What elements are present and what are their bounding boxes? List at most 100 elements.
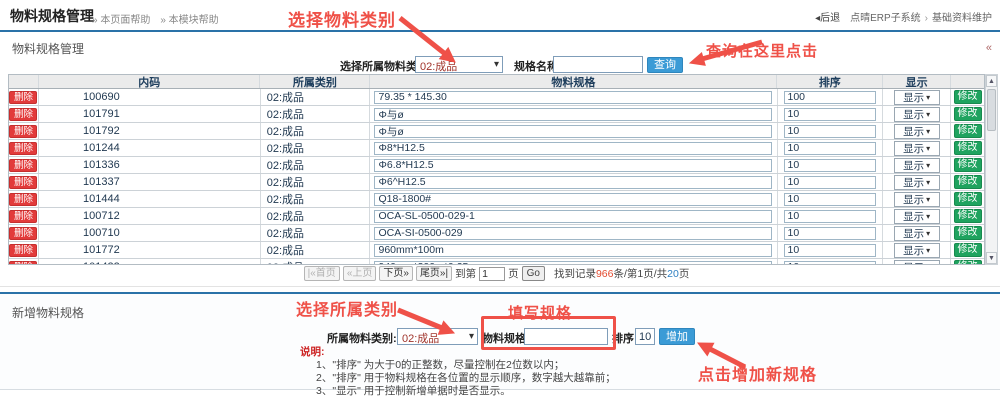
- pagination: |«首页 «上页 下页» 尾页»| 到第 页 Go 找到记录966条/第1页/共…: [8, 266, 985, 281]
- spec-input[interactable]: [374, 142, 772, 155]
- header-code: 内码: [39, 75, 261, 88]
- collapse-icon[interactable]: «: [986, 42, 992, 54]
- delete-button[interactable]: 删除: [9, 91, 37, 104]
- modify-button[interactable]: 修改: [954, 90, 982, 104]
- spec-input[interactable]: [374, 193, 772, 206]
- delete-button[interactable]: 删除: [9, 261, 37, 266]
- header-category: 所属类别: [260, 75, 370, 88]
- go-button[interactable]: Go: [522, 266, 545, 281]
- delete-button[interactable]: 删除: [9, 244, 37, 257]
- display-select[interactable]: 显示▾: [894, 90, 940, 105]
- chevron-down-icon: ▾: [926, 178, 930, 187]
- last-page-button[interactable]: 尾页»|: [416, 266, 452, 281]
- category-filter-select[interactable]: 02:成品 ▾: [415, 56, 503, 73]
- sort-input[interactable]: [784, 176, 876, 189]
- code-cell: 101336: [39, 157, 261, 173]
- scrollbar-thumb[interactable]: [987, 89, 996, 131]
- breadcrumb-system[interactable]: 点晴ERP子系统: [850, 13, 921, 24]
- sort-input[interactable]: [784, 244, 876, 257]
- first-page-button[interactable]: |«首页: [304, 266, 340, 281]
- display-select[interactable]: 显示▾: [894, 192, 940, 207]
- spec-input[interactable]: [374, 210, 772, 223]
- table-row: 删除 101792 02:成品 显示▾ 修改: [9, 123, 984, 140]
- spec-input[interactable]: [374, 261, 772, 266]
- record-summary: 找到记录966条/第1页/共20页: [554, 266, 689, 281]
- display-select[interactable]: 显示▾: [894, 260, 940, 266]
- modify-button[interactable]: 修改: [954, 192, 982, 206]
- display-select[interactable]: 显示▾: [894, 175, 940, 190]
- header-sort: 排序: [777, 75, 883, 88]
- chevron-down-icon: ▾: [926, 110, 930, 119]
- modify-button[interactable]: 修改: [954, 141, 982, 155]
- sort-input[interactable]: [784, 261, 876, 266]
- display-select[interactable]: 显示▾: [894, 158, 940, 173]
- next-page-button[interactable]: 下页»: [379, 266, 413, 281]
- spec-input[interactable]: [374, 91, 772, 104]
- modify-button[interactable]: 修改: [954, 209, 982, 223]
- delete-button[interactable]: 删除: [9, 125, 37, 138]
- notes-title: 说明:: [300, 346, 325, 358]
- sort-input[interactable]: [784, 193, 876, 206]
- add-sort-input[interactable]: [635, 328, 655, 345]
- table-row: 删除 101336 02:成品 显示▾ 修改: [9, 157, 984, 174]
- module-help-link[interactable]: » 本模块帮助: [160, 15, 218, 26]
- spec-input[interactable]: [374, 227, 772, 240]
- header-spec: 物料规格: [370, 75, 777, 88]
- delete-button[interactable]: 删除: [9, 193, 37, 206]
- sort-input[interactable]: [784, 91, 876, 104]
- spec-input[interactable]: [374, 125, 772, 138]
- delete-button[interactable]: 删除: [9, 159, 37, 172]
- display-select[interactable]: 显示▾: [894, 209, 940, 224]
- modify-button[interactable]: 修改: [954, 226, 982, 240]
- delete-button[interactable]: 删除: [9, 176, 37, 189]
- modify-button[interactable]: 修改: [954, 260, 982, 265]
- scroll-up-icon[interactable]: ▲: [986, 75, 997, 87]
- display-select[interactable]: 显示▾: [894, 124, 940, 139]
- page-number-input[interactable]: [479, 267, 505, 281]
- spec-input[interactable]: [374, 176, 772, 189]
- page-help-link[interactable]: » 本页面帮助: [92, 15, 150, 26]
- display-select[interactable]: 显示▾: [894, 107, 940, 122]
- category-cell: 02:成品: [261, 157, 371, 173]
- modify-button[interactable]: 修改: [954, 158, 982, 172]
- back-button[interactable]: ◂后退: [815, 13, 840, 24]
- spec-input[interactable]: [374, 244, 772, 257]
- delete-button[interactable]: 删除: [9, 210, 37, 223]
- category-cell: 02:成品: [261, 225, 371, 241]
- sort-input[interactable]: [784, 159, 876, 172]
- display-select[interactable]: 显示▾: [894, 141, 940, 156]
- prev-page-button[interactable]: «上页: [343, 266, 377, 281]
- delete-button[interactable]: 删除: [9, 142, 37, 155]
- header-blank: [9, 75, 39, 88]
- sort-input[interactable]: [784, 108, 876, 121]
- delete-button[interactable]: 删除: [9, 108, 37, 121]
- chevron-down-icon: ▾: [494, 59, 499, 70]
- top-header: 物料规格管理 » 本页面帮助» 本模块帮助 ◂后退点晴ERP子系统›基础资料维护: [0, 0, 1000, 30]
- chevron-down-icon: ▾: [926, 263, 930, 266]
- add-button[interactable]: 增加: [659, 328, 695, 345]
- modify-button[interactable]: 修改: [954, 107, 982, 121]
- delete-button[interactable]: 删除: [9, 227, 37, 240]
- scroll-down-icon[interactable]: ▼: [986, 252, 997, 264]
- table-scrollbar[interactable]: ▲ ▼: [985, 74, 998, 265]
- sort-input[interactable]: [784, 210, 876, 223]
- spec-input[interactable]: [374, 159, 772, 172]
- table-row: 删除 101791 02:成品 显示▾ 修改: [9, 106, 984, 123]
- sort-input[interactable]: [784, 142, 876, 155]
- spec-name-input[interactable]: [553, 56, 643, 73]
- header-action: [951, 75, 984, 88]
- spec-input[interactable]: [374, 108, 772, 121]
- display-select[interactable]: 显示▾: [894, 226, 940, 241]
- modify-button[interactable]: 修改: [954, 175, 982, 189]
- display-select[interactable]: 显示▾: [894, 243, 940, 258]
- category-cell: 02:成品: [261, 89, 371, 105]
- add-category-select[interactable]: 02:成品 ▾: [397, 328, 478, 345]
- sort-input[interactable]: [784, 125, 876, 138]
- modify-button[interactable]: 修改: [954, 124, 982, 138]
- table-row: 删除 101337 02:成品 显示▾ 修改: [9, 174, 984, 191]
- modify-button[interactable]: 修改: [954, 243, 982, 257]
- search-button[interactable]: 查询: [647, 57, 683, 73]
- annotation-select-category-top: 选择物料类别: [288, 6, 396, 31]
- sort-input[interactable]: [784, 227, 876, 240]
- breadcrumb-module[interactable]: 基础资料维护: [932, 13, 992, 24]
